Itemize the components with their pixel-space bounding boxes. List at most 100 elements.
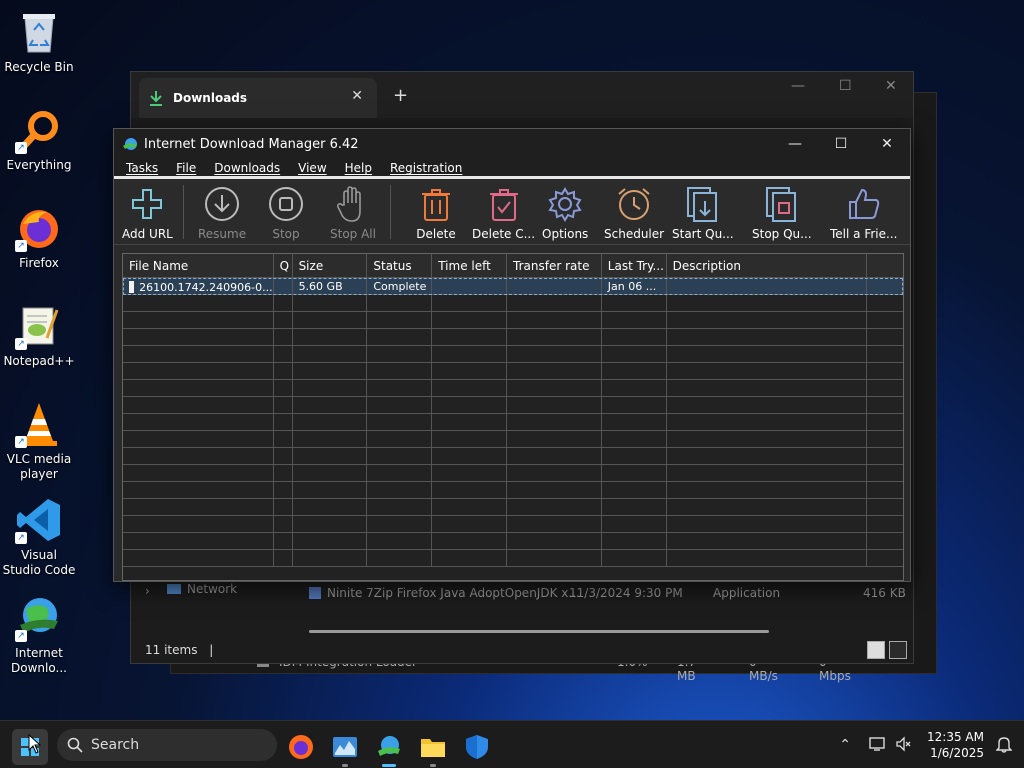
empty-cell (367, 363, 433, 379)
empty-cell (667, 363, 868, 379)
shortcut-arrow-icon: ↗ (15, 436, 27, 448)
empty-cell (867, 482, 903, 498)
file-date: 11/3/2024 9:30 PM (569, 586, 683, 600)
cell-status: Complete (367, 278, 433, 294)
empty-cell (667, 329, 868, 345)
desktop-icon-everything[interactable]: ↗ Everything (2, 106, 76, 173)
empty-cell (274, 516, 293, 532)
menu-downloads[interactable]: Downloads (212, 159, 289, 176)
maximize-button[interactable]: ☐ (818, 129, 864, 159)
empty-cell (432, 465, 508, 481)
minimize-button[interactable]: — (772, 129, 818, 159)
idm-app-icon (123, 138, 137, 150)
empty-cell (123, 533, 274, 549)
new-tab-button[interactable]: + (393, 85, 408, 106)
explorer-tab-downloads[interactable]: Downloads ✕ (139, 78, 377, 118)
taskbar-clock[interactable]: 12:35 AM 1/6/2025 (927, 729, 984, 761)
empty-cell (123, 431, 274, 447)
explorer-file-row[interactable]: › Network Ninite 7Zip Firefox Java Adopt… (131, 582, 915, 606)
menu-registration[interactable]: Registration (388, 159, 471, 176)
notification-bell-icon[interactable] (995, 735, 1013, 756)
taskbar-task-manager[interactable] (327, 729, 363, 767)
empty-table-row (123, 516, 903, 533)
start-queue-icon (683, 185, 723, 223)
taskbar-file-explorer[interactable] (415, 729, 451, 767)
desktop-icon-notepad-plus-plus[interactable]: ↗ Notepad++ (2, 302, 76, 369)
desktop-icon-vlc[interactable]: ↗ VLC media player (2, 400, 76, 482)
desktop-icon-vscode[interactable]: ↗ Visual Studio Code (2, 496, 76, 578)
col-description[interactable]: Description (667, 254, 868, 277)
empty-cell (432, 482, 508, 498)
empty-cell (123, 329, 274, 345)
empty-cell (507, 380, 602, 396)
col-time-left[interactable]: Time left (432, 254, 508, 277)
options-button[interactable]: Options (542, 185, 588, 241)
close-tab-icon[interactable]: ✕ (351, 88, 363, 104)
taskbar-windows-security[interactable] (459, 729, 495, 765)
stop-queue-button[interactable]: Stop Qu... (752, 185, 812, 241)
empty-cell (432, 312, 508, 328)
network-status-icon[interactable] (869, 736, 887, 755)
scheduler-button[interactable]: Scheduler (604, 185, 664, 241)
maximize-button[interactable]: ☐ (839, 78, 852, 94)
desktop-icon-idm[interactable]: ↗ Internet Downlo... (2, 594, 76, 676)
table-header: File Name Q Size Status Time left Transf… (123, 254, 903, 278)
col-q[interactable]: Q (274, 254, 293, 277)
shield-icon (466, 735, 488, 759)
empty-cell (507, 448, 602, 464)
empty-cell (602, 295, 667, 311)
empty-cell (667, 397, 868, 413)
chevron-up-icon[interactable]: ⌃ (839, 737, 851, 753)
stop-button[interactable]: Stop (266, 185, 306, 241)
close-button[interactable]: ✕ (885, 78, 897, 94)
taskbar-idm[interactable] (371, 729, 407, 767)
minimize-button[interactable]: — (791, 78, 805, 94)
desktop-icon-firefox[interactable]: ↗ Firefox (2, 204, 76, 271)
empty-cell (293, 414, 368, 430)
menu-tasks[interactable]: Tasks (124, 159, 167, 176)
shortcut-arrow-icon: ↗ (15, 142, 27, 154)
empty-table-row (123, 465, 903, 482)
col-size[interactable]: Size (293, 254, 368, 277)
view-toggle (867, 641, 907, 659)
empty-cell (667, 465, 868, 481)
empty-cell (432, 550, 508, 566)
taskbar-search[interactable]: Search (57, 729, 277, 761)
col-last-try[interactable]: Last Try... (602, 254, 667, 277)
start-queue-button[interactable]: Start Qu... (672, 185, 734, 241)
add-url-button[interactable]: Add URL (122, 185, 173, 241)
details-view-button[interactable] (867, 641, 885, 659)
shortcut-arrow-icon: ↗ (15, 630, 27, 642)
chevron-right-icon[interactable]: › (145, 584, 150, 598)
empty-cell (293, 465, 368, 481)
cell-q (274, 278, 293, 294)
desktop-icon-recycle-bin[interactable]: Recycle Bin (2, 8, 76, 75)
empty-cell (602, 533, 667, 549)
sidebar-item-network[interactable]: Network (167, 582, 237, 596)
tiles-view-button[interactable] (889, 641, 907, 659)
close-button[interactable]: ✕ (864, 129, 910, 159)
empty-table-row (123, 329, 903, 346)
empty-cell (274, 448, 293, 464)
item-count: 11 items (145, 643, 198, 657)
menu-view[interactable]: View (296, 159, 335, 176)
resume-button[interactable]: Resume (198, 185, 246, 241)
table-row[interactable]: 26100.1742.240906-0... 5.60 GB Complete … (123, 278, 903, 295)
clock-time: 12:35 AM (927, 730, 984, 744)
taskbar-firefox[interactable] (283, 729, 319, 765)
col-status[interactable]: Status (367, 254, 433, 277)
delete-button[interactable]: Delete (416, 185, 456, 241)
tell-a-friend-button[interactable]: Tell a Frie... (830, 185, 897, 241)
folder-icon (421, 739, 445, 757)
volume-muted-icon[interactable] (895, 735, 911, 755)
horizontal-scrollbar[interactable] (309, 630, 769, 633)
menu-file[interactable]: File (174, 159, 205, 176)
delete-completed-button[interactable]: Delete C... (472, 185, 535, 241)
col-transfer-rate[interactable]: Transfer rate (507, 254, 602, 277)
stop-icon (266, 185, 306, 223)
file-type: Application (713, 586, 781, 600)
plus-icon (127, 185, 167, 223)
stop-all-button[interactable]: Stop All (330, 185, 376, 241)
menu-help[interactable]: Help (343, 159, 381, 176)
col-file-name[interactable]: File Name (123, 254, 274, 277)
